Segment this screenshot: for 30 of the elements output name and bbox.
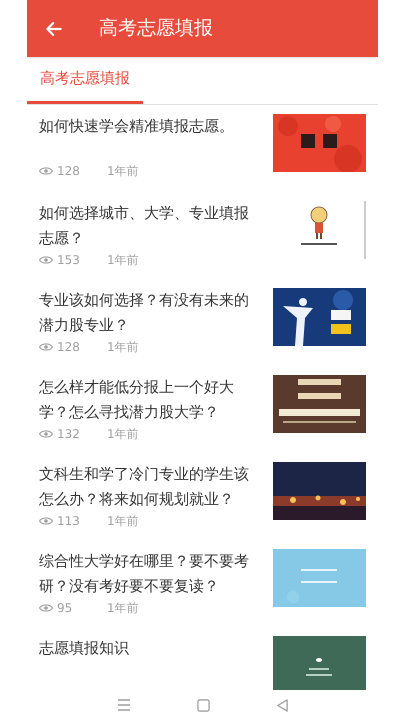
eye-icon <box>39 255 53 265</box>
view-count: 153 <box>57 252 81 269</box>
article-title[interactable]: 如何快速学会精准填报志愿。 <box>39 114 263 139</box>
view-count: 128 <box>57 339 81 356</box>
view-count: 132 <box>57 426 81 443</box>
menu-icon[interactable] <box>116 699 130 711</box>
view-count: 113 <box>57 513 81 530</box>
post-time: 1年前 <box>107 513 139 530</box>
eye-icon <box>39 342 53 352</box>
view-count: 95 <box>57 600 74 617</box>
post-time: 1年前 <box>107 426 139 443</box>
post-time: 1年前 <box>107 163 139 180</box>
eye-icon <box>39 516 53 526</box>
article-title[interactable]: 综合性大学好在哪里？要不要考研？没有考好要不要复读？ <box>39 549 263 599</box>
view-count: 128 <box>57 163 81 180</box>
article-title[interactable]: 怎么样才能低分报上一个好大学？怎么寻找潜力股大学？ <box>39 375 263 425</box>
article-title[interactable]: 文科生和学了冷门专业的学生该怎么办？将来如何规划就业？ <box>39 462 263 512</box>
home-icon[interactable] <box>196 698 210 712</box>
tab[interactable]: 高考志愿填报 <box>27 56 143 104</box>
eye-icon <box>39 166 53 176</box>
back-icon[interactable] <box>276 698 288 712</box>
eye-icon <box>39 429 53 439</box>
article-title[interactable]: 志愿填报知识 <box>39 636 263 661</box>
article-title[interactable]: 如何选择城市、大学、专业填报志愿？ <box>39 201 263 251</box>
post-time: 1年前 <box>107 600 139 617</box>
post-time: 1年前 <box>107 339 139 356</box>
article-title[interactable]: 专业该如何选择？有没有未来的潜力股专业？ <box>39 288 263 338</box>
eye-icon <box>39 603 53 613</box>
app-bar-title: 高考志愿填报 <box>99 16 213 42</box>
post-time: 1年前 <box>107 252 139 269</box>
